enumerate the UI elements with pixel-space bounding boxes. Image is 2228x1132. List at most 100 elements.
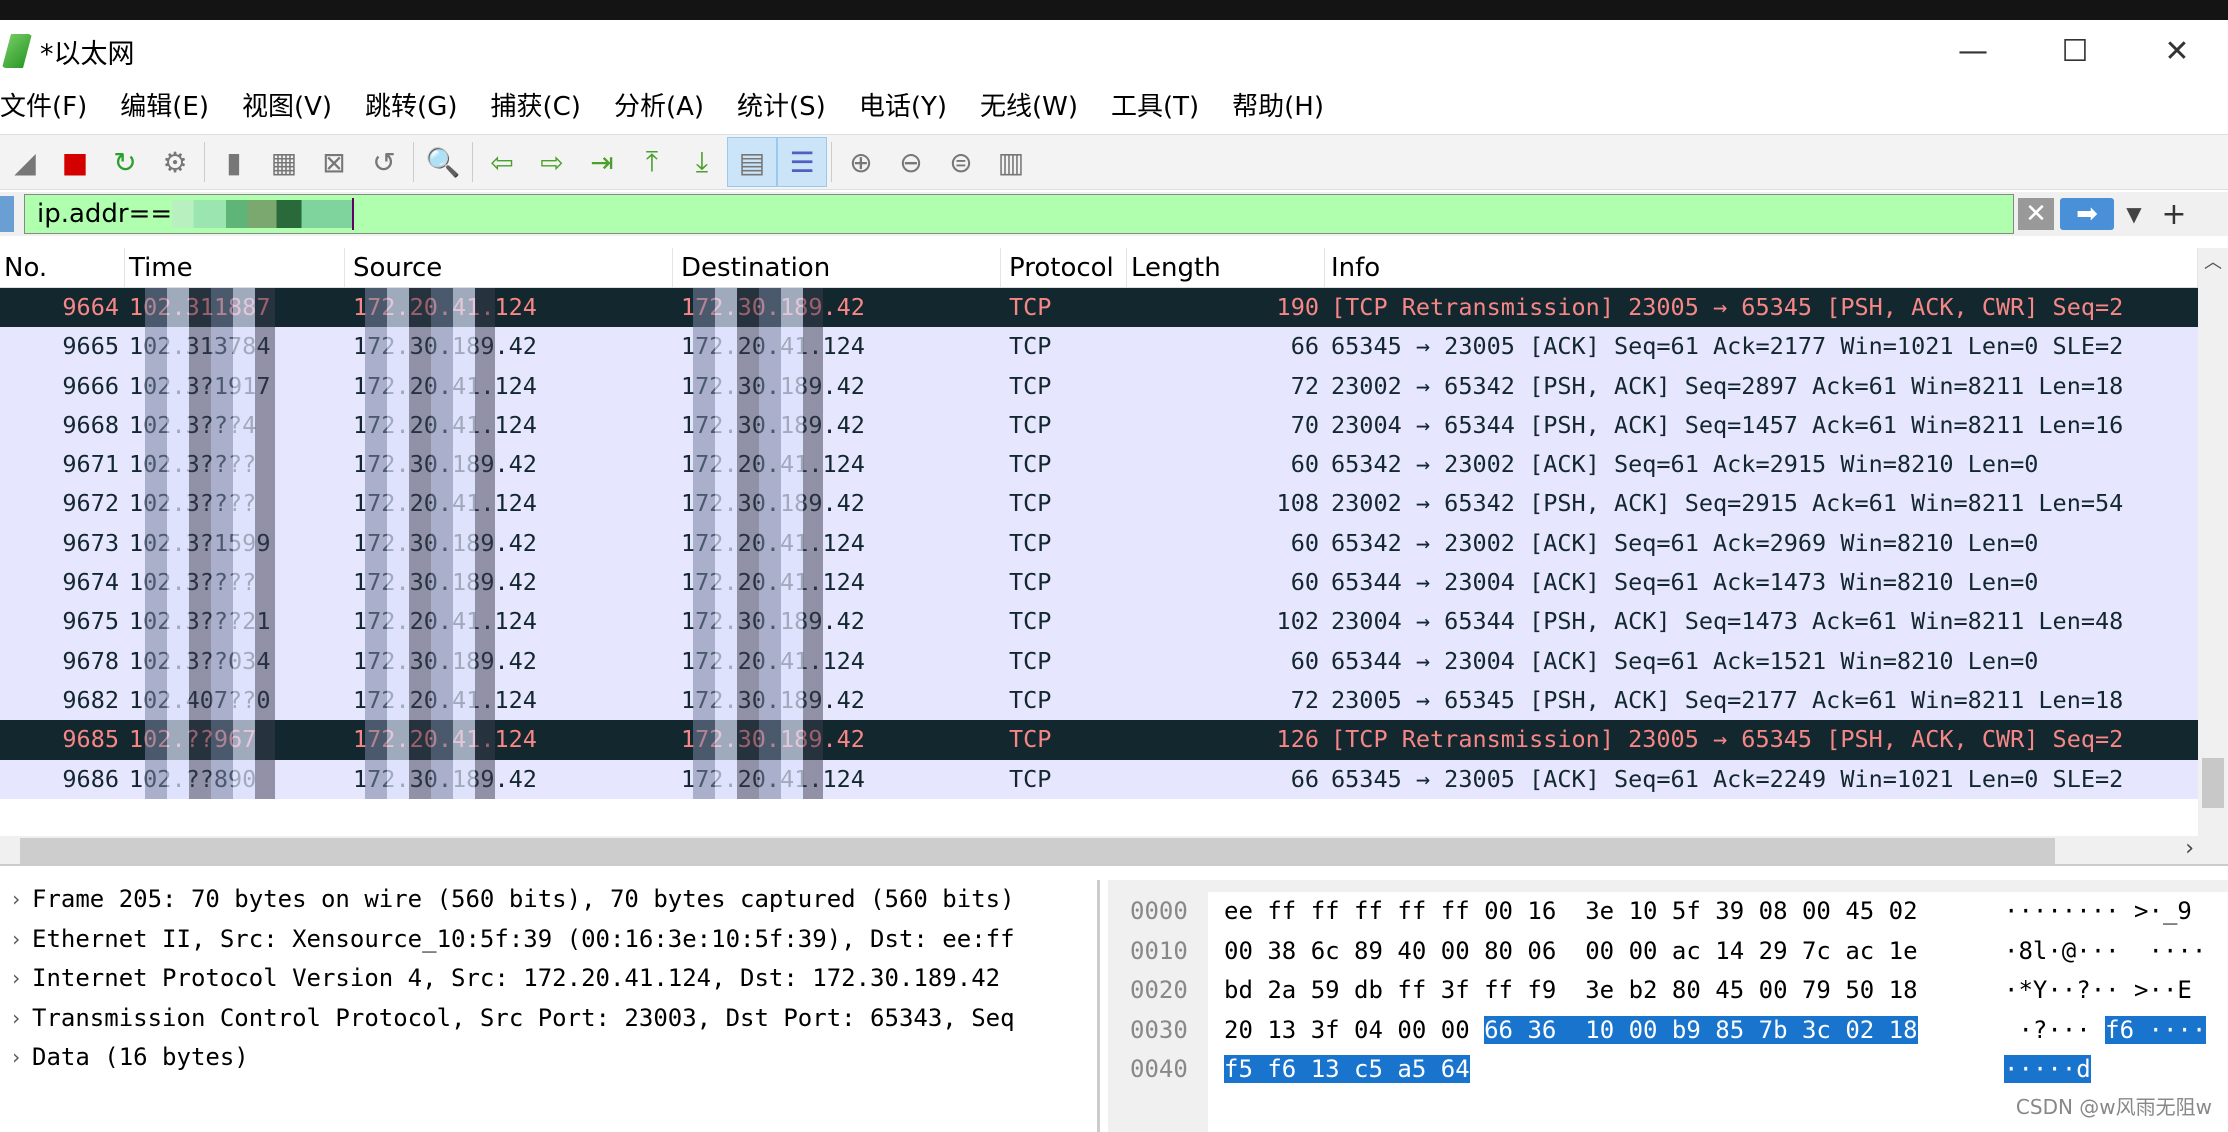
packet-row[interactable]: 9672 102.3???? 172.20.41.124 172.30.189.42 T… <box>0 484 2198 524</box>
menu-item-2[interactable]: 视图(V) <box>242 86 332 128</box>
packet-row[interactable]: 9664 102.311887 172.20.41.124 172.30.189.42… <box>0 288 2198 328</box>
scroll-right-icon[interactable]: › <box>2185 836 2194 861</box>
add-filter-button[interactable]: + <box>2154 194 2194 234</box>
menu-item-7[interactable]: 电话(Y) <box>859 86 947 128</box>
column-header-no[interactable]: No. <box>0 248 125 287</box>
last-packet-icon[interactable]: ⤓ <box>677 137 727 187</box>
filter-text: ip.addr== <box>37 199 173 229</box>
packet-length: 126 <box>1276 725 1319 754</box>
packet-row[interactable]: 9682 102.407??0 172.20.41.124 172.30.189.42… <box>0 680 2198 721</box>
detail-tree-item[interactable]: › Transmission Control Protocol, Src Port… <box>0 999 1097 1039</box>
packet-time: 102.??890 <box>125 759 345 799</box>
menu-item-9[interactable]: 工具(T) <box>1111 86 1199 128</box>
hex-line[interactable]: f5 f6 13 c5 a5 64 ·····d <box>1208 1050 2228 1090</box>
packet-length: 72 <box>1290 685 1319 714</box>
text-caret <box>352 198 355 230</box>
menu-item-1[interactable]: 编辑(E) <box>120 86 209 128</box>
apply-filter-icon[interactable]: ➡ <box>2060 198 2114 230</box>
filter-bookmark-icon[interactable] <box>0 196 14 232</box>
menu-item-3[interactable]: 跳转(G) <box>365 86 457 128</box>
column-header-protocol[interactable]: Protocol <box>1001 248 1127 287</box>
detail-text: Ethernet II, Src: Xensource_10:5f:39 (00… <box>32 924 1015 953</box>
packet-destination: 172.20.41.124 <box>673 327 1001 367</box>
packet-row[interactable]: 9673 102.3?1599 172.30.189.42 172.20.41.124… <box>0 523 2198 564</box>
column-header-length[interactable]: Length <box>1127 248 1325 287</box>
hex-line[interactable]: ee ff ff ff ff ff 00 16 3e 10 5f 39 08 0… <box>1208 892 2228 932</box>
menu-item-4[interactable]: 捕获(C) <box>490 86 580 128</box>
detail-tree-item[interactable]: › Frame 205: 70 bytes on wire (560 bits),… <box>0 880 1097 920</box>
packet-list-horizontal-scrollbar[interactable]: › <box>0 836 2228 866</box>
packet-list-vertical-scrollbar[interactable]: ︿ <box>2198 248 2228 838</box>
expand-chevron-icon[interactable]: › <box>0 880 32 920</box>
packet-row[interactable]: 9674 102.3???? 172.30.189.42 172.20.41.124 T… <box>0 563 2198 603</box>
close-button[interactable]: ✕ <box>2126 20 2228 82</box>
capture-options-icon[interactable]: ⚙ <box>150 137 200 187</box>
zoom-out-icon[interactable]: ⊖ <box>886 137 936 187</box>
toolbar-separator <box>204 142 205 182</box>
packet-row[interactable]: 9675 102.3???21 172.20.41.124 172.30.189.42… <box>0 602 2198 642</box>
shark-fin-start-icon[interactable]: ◢ <box>0 137 50 187</box>
packet-length: 70 <box>1290 410 1319 439</box>
packet-info: 23004 → 65344 [PSH, ACK] Seq=1457 Ack=61… <box>1331 410 2124 439</box>
packet-row[interactable]: 9668 102.3???4 172.20.41.124 172.30.189.42 T… <box>0 405 2198 446</box>
filter-history-dropdown-icon[interactable]: ▼ <box>2114 194 2154 234</box>
menu-item-6[interactable]: 统计(S) <box>737 86 826 128</box>
packet-length: 60 <box>1290 646 1319 675</box>
column-header-info[interactable]: Info <box>1325 248 2198 287</box>
scroll-up-icon[interactable]: ︿ <box>2198 248 2228 274</box>
normal-size-icon[interactable]: ⊜ <box>936 137 986 187</box>
hex-line[interactable]: bd 2a 59 db ff 3f ff f9 3e b2 80 45 00 7… <box>1208 971 2228 1011</box>
column-header-time[interactable]: Time <box>125 248 345 287</box>
display-filter-input[interactable]: ip.addr== <box>24 194 2014 234</box>
packet-number: 9685 <box>62 725 119 754</box>
hex-line[interactable]: 20 13 3f 04 00 00 66 36 10 00 b9 85 7b 3… <box>1208 1011 2228 1051</box>
column-header-destination[interactable]: Destination <box>673 248 1001 287</box>
packet-row[interactable]: 9686 102.??890 172.30.189.42 172.20.41.124 T… <box>0 759 2198 799</box>
autoscroll-icon[interactable]: ▤ <box>727 137 777 187</box>
close-file-icon[interactable]: ⊠ <box>309 137 359 187</box>
hex-bytes: f5 f6 13 c5 a5 64 <box>1224 1050 1470 1090</box>
save-file-icon[interactable]: ▦ <box>259 137 309 187</box>
minimize-button[interactable]: — <box>1922 20 2024 82</box>
restart-capture-icon[interactable]: ↻ <box>100 137 150 187</box>
expand-chevron-icon[interactable]: › <box>0 920 32 960</box>
packet-destination: 172.30.189.42 <box>673 288 1001 328</box>
reload-file-icon[interactable]: ↺ <box>359 137 409 187</box>
expand-chevron-icon[interactable]: › <box>0 999 32 1039</box>
scrollbar-thumb[interactable] <box>2202 758 2224 808</box>
hex-line[interactable]: 00 38 6c 89 40 00 80 06 00 00 ac 14 29 7… <box>1208 932 2228 972</box>
colorize-icon[interactable]: ☰ <box>777 137 827 187</box>
packet-length: 72 <box>1290 371 1319 400</box>
packet-row[interactable]: 9685 102.??967 172.20.41.124 172.30.189.42 T… <box>0 720 2198 760</box>
open-file-icon[interactable]: ▮ <box>209 137 259 187</box>
detail-tree-item[interactable]: › Ethernet II, Src: Xensource_10:5f:39 (0… <box>0 920 1097 960</box>
main-toolbar: ◢ ■ ↻ ⚙ ▮ ▦ ⊠ ↺ 🔍 ⇦ ⇨ ⇥ ⤒ ⤓ ▤ ☰ ⊕ ⊖ ⊜ ▥ <box>0 134 2228 190</box>
first-packet-icon[interactable]: ⤒ <box>627 137 677 187</box>
packet-info: [TCP Retransmission] 23005 → 65345 [PSH,… <box>1331 725 2124 754</box>
expand-chevron-icon[interactable]: › <box>0 959 32 999</box>
go-to-packet-icon[interactable]: ⇥ <box>577 137 627 187</box>
packet-row[interactable]: 9666 102.3?1917 172.20.41.124 172.30.189.42… <box>0 366 2198 406</box>
go-forward-icon[interactable]: ⇨ <box>527 137 577 187</box>
zoom-in-icon[interactable]: ⊕ <box>836 137 886 187</box>
maximize-button[interactable]: ☐ <box>2024 20 2126 82</box>
packet-row[interactable]: 9671 102.3???? 172.30.189.42 172.20.41.124 T… <box>0 445 2198 485</box>
find-packet-icon[interactable]: 🔍 <box>418 137 468 187</box>
scrollbar-thumb[interactable] <box>20 838 2055 864</box>
hex-offset: 0020 <box>1130 976 1188 1004</box>
screen-top-bar <box>0 0 2228 20</box>
resize-columns-icon[interactable]: ▥ <box>986 137 1036 187</box>
menu-item-5[interactable]: 分析(A) <box>614 86 704 128</box>
packet-row[interactable]: 9665 102.313784 172.30.189.42 172.20.41.124… <box>0 327 2198 367</box>
go-back-icon[interactable]: ⇦ <box>477 137 527 187</box>
clear-filter-icon[interactable]: ✕ <box>2018 198 2054 230</box>
detail-tree-item[interactable]: › Data (16 bytes) <box>0 1038 1097 1078</box>
detail-tree-item[interactable]: › Internet Protocol Version 4, Src: 172.2… <box>0 959 1097 999</box>
packet-row[interactable]: 9678 102.3??034 172.30.189.42 172.20.41.124… <box>0 641 2198 681</box>
column-header-source[interactable]: Source <box>345 248 673 287</box>
menu-item-10[interactable]: 帮助(H) <box>1232 86 1324 128</box>
menu-item-0[interactable]: 文件(F) <box>0 86 87 128</box>
stop-capture-icon[interactable]: ■ <box>50 137 100 187</box>
expand-chevron-icon[interactable]: › <box>0 1038 32 1078</box>
menu-item-8[interactable]: 无线(W) <box>980 86 1078 128</box>
